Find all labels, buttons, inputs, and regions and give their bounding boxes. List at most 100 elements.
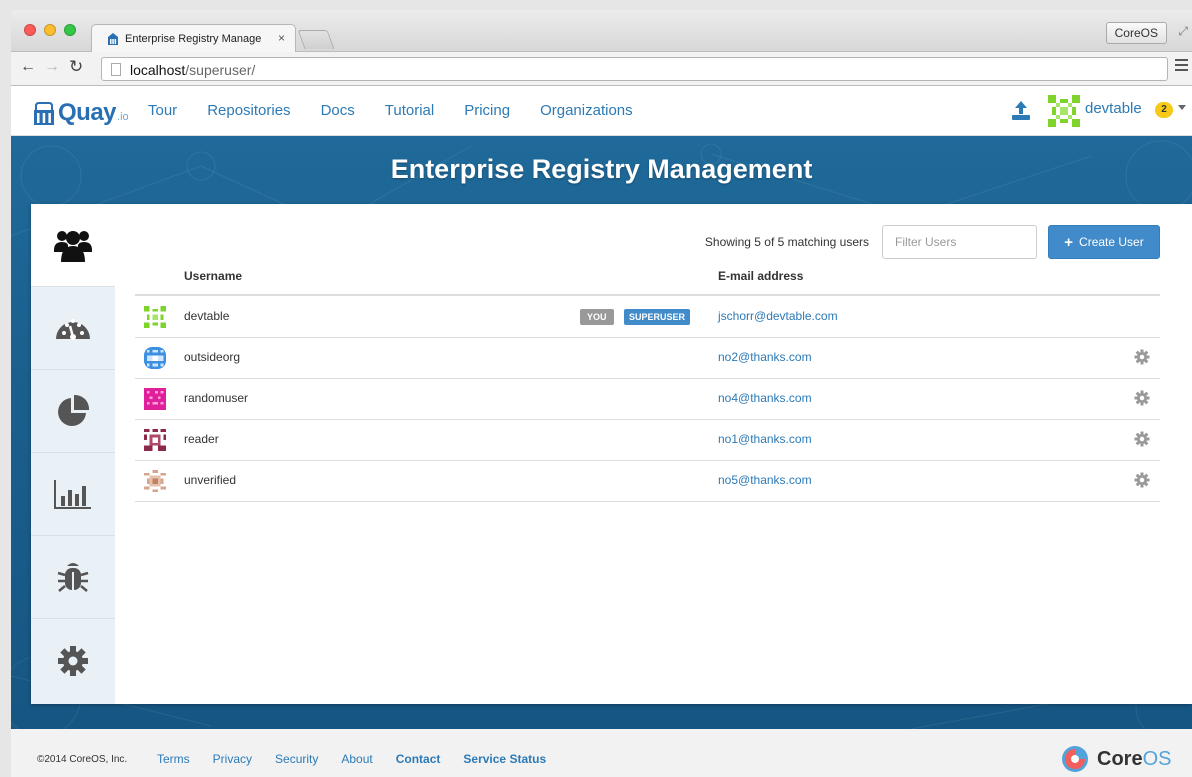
nav-pricing[interactable]: Pricing bbox=[464, 102, 510, 119]
logo-suffix: .io bbox=[117, 111, 129, 123]
username: devtable bbox=[184, 309, 230, 323]
profile-button[interactable]: CoreOS bbox=[1105, 22, 1167, 44]
brand-light: OS bbox=[1142, 747, 1172, 770]
user-email-link[interactable]: no4@thanks.com bbox=[718, 391, 812, 405]
footer-links: Terms Privacy Security About Contact Ser… bbox=[157, 752, 569, 766]
side-tabs bbox=[31, 204, 115, 704]
table-row: unverified no5@thanks.com bbox=[135, 461, 1160, 502]
tab-close-icon[interactable]: × bbox=[278, 31, 285, 45]
column-email: E-mail address bbox=[718, 269, 804, 283]
brand-bold: Core bbox=[1097, 747, 1143, 770]
gear-icon bbox=[58, 645, 88, 676]
coreos-wordmark: CoreOS bbox=[1097, 748, 1171, 771]
page-banner: Enterprise Registry Management Showing 5… bbox=[11, 136, 1192, 729]
page-title: Enterprise Registry Management bbox=[390, 154, 813, 184]
tab-title: Enterprise Registry Manage bbox=[125, 33, 262, 45]
window-close-button[interactable] bbox=[24, 24, 36, 36]
pie-chart-icon bbox=[58, 394, 90, 426]
quay-logo[interactable]: Quay .io bbox=[33, 96, 129, 126]
coreos-logo[interactable]: CoreOS bbox=[1061, 745, 1171, 773]
chevron-down-icon[interactable] bbox=[1178, 105, 1186, 110]
users-table-header: Username E-mail address bbox=[135, 262, 1160, 296]
site-header: Quay .io Tour Repositories Docs Tutorial… bbox=[11, 86, 1192, 136]
browser-menu-icon[interactable] bbox=[1175, 59, 1188, 74]
coreos-logo-icon bbox=[1062, 746, 1088, 772]
nav-repositories[interactable]: Repositories bbox=[207, 102, 290, 119]
user-avatar bbox=[144, 429, 166, 451]
tab-dashboard[interactable] bbox=[31, 287, 115, 370]
browser-tab[interactable]: Enterprise Registry Manage × bbox=[91, 24, 296, 53]
new-tab-button[interactable] bbox=[297, 30, 335, 49]
user-avatar[interactable] bbox=[1048, 95, 1080, 127]
gear-icon[interactable] bbox=[1134, 472, 1150, 488]
table-row: devtable YOU SUPERUSER jschorr@devtable.… bbox=[135, 297, 1160, 338]
fullscreen-icon[interactable]: ⤢ bbox=[1178, 24, 1188, 39]
window-minimize-button[interactable] bbox=[44, 24, 56, 36]
page-icon bbox=[111, 63, 121, 76]
footer-link-service-status[interactable]: Service Status bbox=[463, 752, 546, 766]
address-bar[interactable]: localhost/superuser/ bbox=[101, 57, 1168, 81]
user-avatar bbox=[144, 347, 166, 369]
create-user-label: Create User bbox=[1079, 235, 1144, 249]
username: unverified bbox=[184, 473, 237, 487]
reload-icon[interactable]: ↻ bbox=[69, 57, 83, 77]
user-avatar bbox=[144, 470, 166, 492]
superuser-panel: Showing 5 of 5 matching users + Create U… bbox=[31, 204, 1192, 704]
plus-icon: + bbox=[1064, 233, 1074, 251]
table-row: randomuser no4@thanks.com bbox=[135, 379, 1160, 420]
forward-arrow-icon[interactable]: → bbox=[44, 58, 60, 76]
browser-window: Enterprise Registry Manage × CoreOS ⤢ ← … bbox=[11, 10, 1192, 86]
gear-icon[interactable] bbox=[1134, 390, 1150, 406]
tab-usage[interactable] bbox=[31, 370, 115, 453]
username: outsideorg bbox=[184, 350, 241, 364]
dashboard-icon bbox=[56, 319, 90, 340]
footer-link-about[interactable]: About bbox=[341, 752, 372, 766]
tab-users[interactable] bbox=[31, 204, 115, 287]
user-email-link[interactable]: no5@thanks.com bbox=[718, 473, 812, 487]
tab-debug[interactable] bbox=[31, 536, 115, 619]
create-user-button[interactable]: + Create User bbox=[1048, 225, 1160, 259]
logo-text: Quay bbox=[58, 99, 117, 126]
tab-settings[interactable] bbox=[31, 619, 115, 702]
site-footer: ©2014 CoreOS, Inc. Terms Privacy Securit… bbox=[11, 729, 1192, 777]
you-badge: YOU bbox=[580, 309, 614, 325]
bar-chart-icon bbox=[54, 480, 91, 509]
filter-users-input[interactable] bbox=[882, 225, 1037, 259]
window-maximize-button[interactable] bbox=[64, 24, 76, 36]
footer-link-security[interactable]: Security bbox=[275, 752, 318, 766]
user-avatar bbox=[144, 388, 166, 410]
user-email-link[interactable]: no1@thanks.com bbox=[718, 432, 812, 446]
table-row: outsideorg no2@thanks.com bbox=[135, 338, 1160, 379]
users-icon bbox=[54, 231, 92, 262]
user-email-link[interactable]: no2@thanks.com bbox=[718, 350, 812, 364]
tab-logs[interactable] bbox=[31, 453, 115, 536]
nav-docs[interactable]: Docs bbox=[321, 102, 355, 119]
showing-count-text: Showing 5 of 5 matching users bbox=[704, 235, 869, 249]
quay-logo-icon bbox=[34, 102, 54, 125]
nav-tutorial[interactable]: Tutorial bbox=[385, 102, 434, 119]
users-content: Showing 5 of 5 matching users + Create U… bbox=[135, 204, 1160, 704]
footer-link-contact[interactable]: Contact bbox=[396, 752, 441, 766]
browser-titlebar: Enterprise Registry Manage × CoreOS ⤢ bbox=[11, 10, 1192, 53]
footer-link-terms[interactable]: Terms bbox=[157, 752, 190, 766]
nav-organizations[interactable]: Organizations bbox=[540, 102, 633, 119]
table-row: reader no1@thanks.com bbox=[135, 420, 1160, 461]
user-menu-name[interactable]: devtable bbox=[1085, 100, 1142, 117]
upload-icon[interactable] bbox=[1011, 98, 1031, 122]
url-path: /superuser/ bbox=[185, 62, 256, 78]
gear-icon[interactable] bbox=[1134, 349, 1150, 365]
gear-icon[interactable] bbox=[1134, 431, 1150, 447]
superuser-badge: SUPERUSER bbox=[624, 309, 691, 325]
notification-badge[interactable]: 2 bbox=[1155, 102, 1173, 118]
nav-tour[interactable]: Tour bbox=[148, 102, 177, 119]
back-arrow-icon[interactable]: ← bbox=[20, 58, 36, 76]
copyright-text: ©2014 CoreOS, Inc. bbox=[37, 754, 128, 765]
url-host: localhost bbox=[130, 62, 186, 78]
user-avatar bbox=[144, 306, 166, 328]
column-username: Username bbox=[184, 269, 243, 283]
user-email-link[interactable]: jschorr@devtable.com bbox=[718, 309, 838, 323]
footer-link-privacy[interactable]: Privacy bbox=[213, 752, 252, 766]
quay-favicon-icon bbox=[108, 33, 118, 45]
url-text: localhost/superuser/ bbox=[130, 62, 255, 78]
main-nav: Tour Repositories Docs Tutorial Pricing … bbox=[148, 102, 663, 119]
